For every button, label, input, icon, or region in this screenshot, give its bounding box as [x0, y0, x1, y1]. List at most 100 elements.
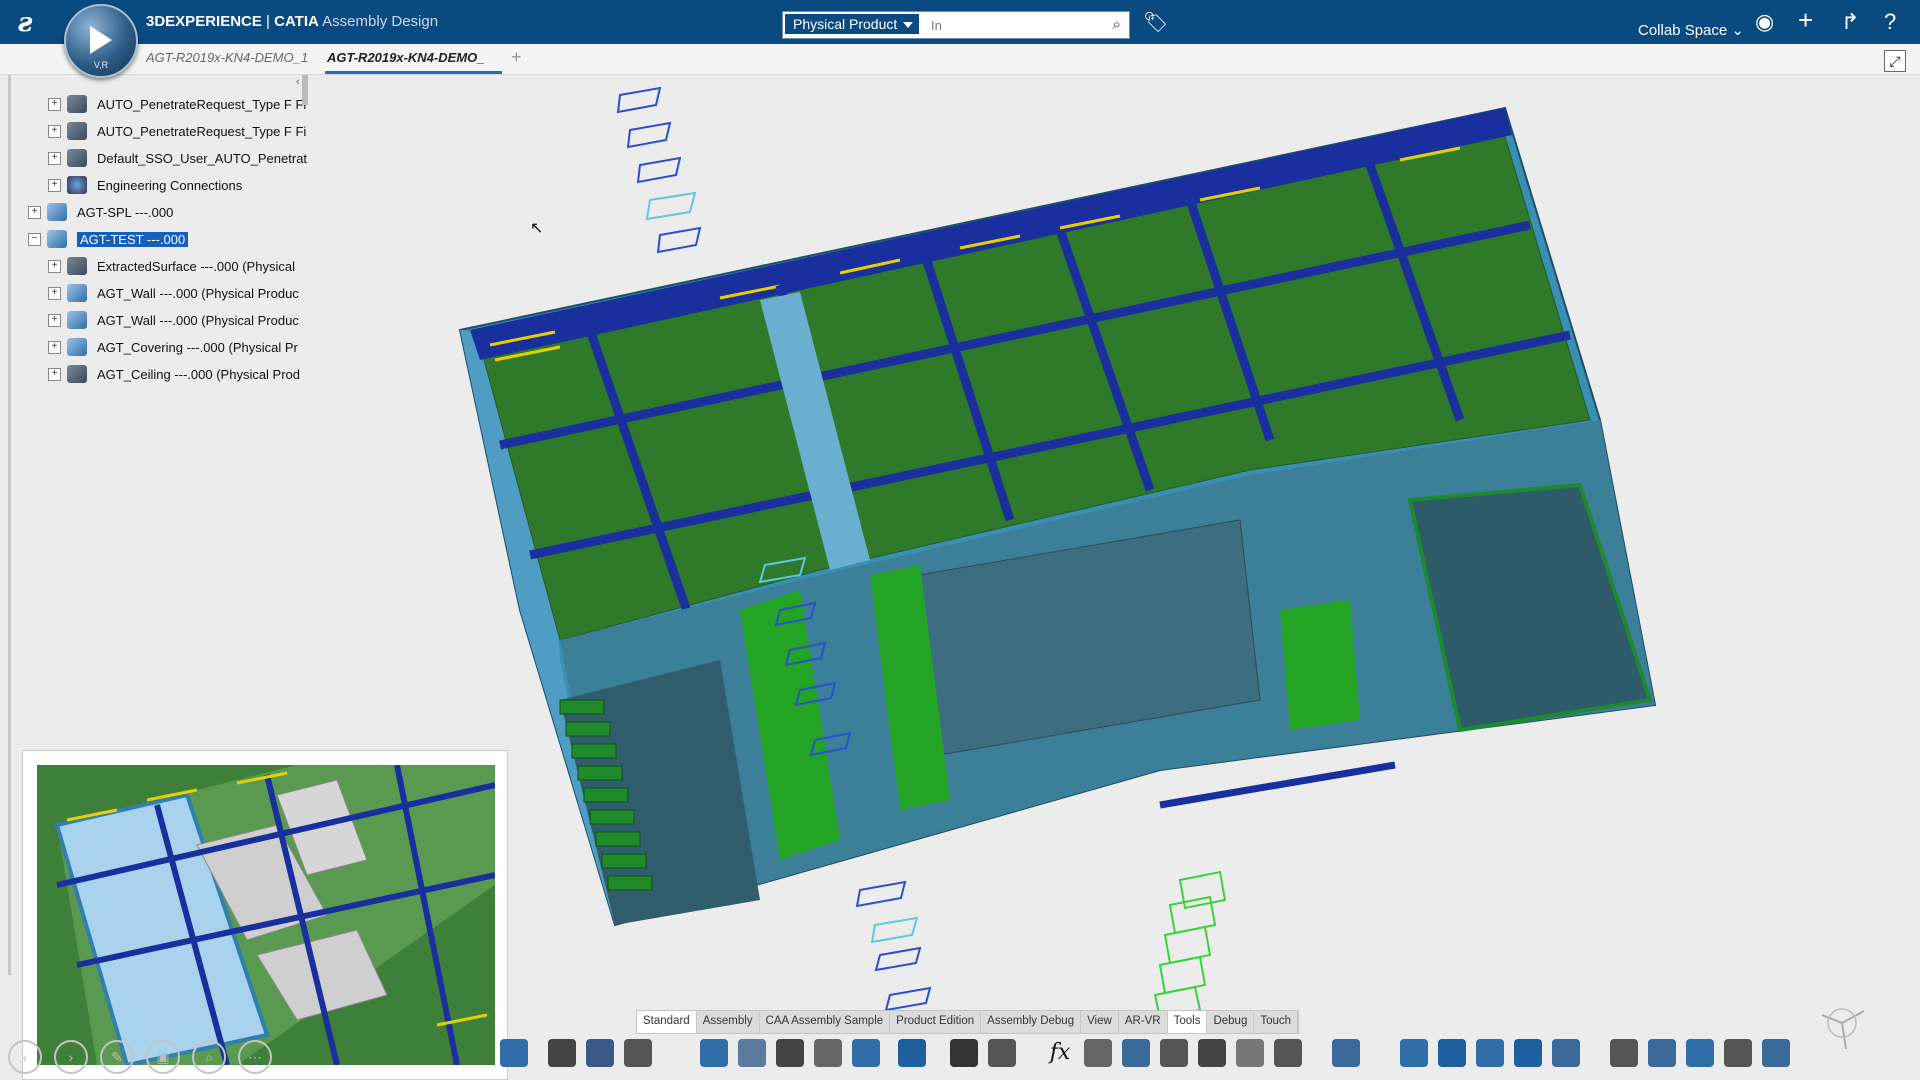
settings-icon[interactable]	[624, 1039, 652, 1067]
title-separator: |	[261, 13, 275, 30]
collab-space-dropdown[interactable]: Collab Space ⌄	[1638, 21, 1744, 39]
pencil-icon[interactable]: ✎	[100, 1040, 134, 1074]
expand-icon[interactable]: +	[48, 178, 61, 192]
more-icon[interactable]: ⋯	[238, 1040, 272, 1074]
tree-node[interactable]: + AUTO_PenetrateRequest_Type F Fi	[48, 120, 306, 142]
table-icon[interactable]	[1122, 1039, 1150, 1067]
tab-demo-1[interactable]: AGT-R2019x-KN4-DEMO_1	[146, 50, 308, 65]
render-icon[interactable]	[1762, 1039, 1790, 1067]
tree-node-selected[interactable]: − AGT-TEST ---.000	[28, 228, 189, 250]
tree-collapse-button[interactable]: ‹	[296, 76, 300, 88]
chevron-down-icon	[903, 22, 914, 28]
search-icon[interactable]: ⌕	[1113, 16, 1121, 33]
tree-node-label: AGT_Wall ---.000 (Physical Produc	[97, 285, 299, 301]
ruler-icon[interactable]	[1476, 1039, 1504, 1067]
search-box[interactable]: Physical Product ⌕	[782, 11, 1130, 39]
product-icon	[67, 338, 87, 356]
share-icon[interactable]: ↱	[1841, 9, 1859, 35]
tab-debug[interactable]: Debug	[1207, 1011, 1255, 1033]
tab-assembly[interactable]: Assembly	[697, 1011, 760, 1033]
select-icon[interactable]	[500, 1039, 528, 1067]
tab-touch[interactable]: Touch	[1254, 1011, 1299, 1033]
list-icon[interactable]	[548, 1039, 576, 1067]
play-icon	[90, 26, 112, 54]
app-title: 3DEXPERIENCE | CATIA Assembly Design	[146, 13, 438, 30]
dassault-logo[interactable]: ƨ	[18, 8, 33, 38]
search-scope-dropdown[interactable]: Physical Product	[785, 14, 920, 34]
check-icon[interactable]	[776, 1039, 804, 1067]
3d-compass-icon[interactable]	[1812, 993, 1872, 1053]
tab-caa-assembly-sample[interactable]: CAA Assembly Sample	[760, 1011, 891, 1033]
tab-tools[interactable]: Tools	[1167, 1011, 1208, 1033]
user-icon[interactable]: ◉	[1755, 9, 1774, 35]
tree-node[interactable]: + AGT_Ceiling ---.000 (Physical Prod	[48, 363, 300, 385]
move-icon[interactable]	[1438, 1039, 1466, 1067]
tab-standard[interactable]: Standard	[637, 1011, 697, 1033]
zoom-icon[interactable]: ⌕	[192, 1040, 226, 1074]
tab-ar-vr[interactable]: AR-VR	[1119, 1011, 1168, 1033]
collapse-icon[interactable]: −	[28, 232, 41, 246]
tab-view[interactable]: View	[1081, 1011, 1119, 1033]
expand-icon[interactable]: +	[48, 286, 61, 300]
expand-icon[interactable]: +	[48, 151, 61, 165]
expand-icon[interactable]: +	[48, 313, 61, 327]
rules-icon[interactable]	[1160, 1039, 1188, 1067]
structure-icon[interactable]	[950, 1039, 978, 1067]
check-rule-icon[interactable]	[1198, 1039, 1226, 1067]
tag-icon[interactable]: 🏷	[1143, 10, 1168, 35]
expand-icon[interactable]: +	[28, 205, 41, 219]
tree-scrollbar[interactable]	[302, 75, 308, 105]
compare-icon[interactable]	[1274, 1039, 1302, 1067]
fullscreen-button[interactable]: ⤢	[1884, 50, 1906, 72]
tree-node[interactable]: + AGT_Wall ---.000 (Physical Produc	[48, 309, 299, 331]
tree-node[interactable]: + AUTO_PenetrateRequest_Type F Fi	[48, 93, 306, 115]
material-icon[interactable]	[1610, 1039, 1638, 1067]
tree-icon[interactable]	[586, 1039, 614, 1067]
layers-icon[interactable]: ▣	[146, 1040, 180, 1074]
tree-node[interactable]: + AGT-SPL ---.000	[28, 201, 173, 223]
formula-icon[interactable]: fx	[1046, 1039, 1074, 1067]
tab-demo-active[interactable]: AGT-R2019x-KN4-DEMO_	[327, 50, 485, 65]
tree-node[interactable]: + ExtractedSurface ---.000 (Physical	[48, 255, 295, 277]
view-icon[interactable]	[1332, 1039, 1360, 1067]
measure-icon[interactable]	[852, 1039, 880, 1067]
expand-icon[interactable]: +	[48, 259, 61, 273]
plus-icon[interactable]: +	[1798, 5, 1813, 36]
part-icon	[67, 122, 87, 140]
help-icon[interactable]: ?	[1884, 9, 1896, 35]
preview-window[interactable]	[22, 750, 508, 1080]
section-icon[interactable]	[1552, 1039, 1580, 1067]
eraser-icon[interactable]	[1686, 1039, 1714, 1067]
back-icon[interactable]: ‹	[8, 1040, 42, 1074]
tab-assembly-debug[interactable]: Assembly Debug	[981, 1011, 1082, 1033]
search-input[interactable]	[929, 15, 1083, 35]
knowledge-icon[interactable]	[1084, 1039, 1112, 1067]
insert-product-icon[interactable]	[700, 1039, 728, 1067]
parameter-icon[interactable]	[1236, 1039, 1264, 1067]
tree-guide-line	[8, 75, 11, 975]
preview-viewport[interactable]	[37, 765, 495, 1065]
copy-icon[interactable]	[988, 1039, 1016, 1067]
update-icon[interactable]	[898, 1039, 926, 1067]
tree-node[interactable]: + AGT_Covering ---.000 (Physical Pr	[48, 336, 298, 358]
weight-icon[interactable]	[1514, 1039, 1542, 1067]
tab-product-edition[interactable]: Product Edition	[890, 1011, 982, 1033]
app-product: CATIA	[274, 13, 319, 30]
tree-node[interactable]: + Engineering Connections	[48, 174, 242, 196]
color-picker-icon[interactable]	[1648, 1039, 1676, 1067]
tree-node[interactable]: + AGT_Wall ---.000 (Physical Produc	[48, 282, 299, 304]
play-icon[interactable]: ›	[54, 1040, 88, 1074]
part-icon	[67, 95, 87, 113]
expand-icon[interactable]: +	[48, 367, 61, 381]
add-tab-button[interactable]: +	[511, 47, 522, 68]
explode-icon[interactable]	[738, 1039, 766, 1067]
expand-icon[interactable]: +	[48, 124, 61, 138]
specification-tree[interactable]: + AUTO_PenetrateRequest_Type F Fi + AUTO_P…	[8, 75, 312, 975]
edit-icon[interactable]	[814, 1039, 842, 1067]
tree-node[interactable]: + Default_SSO_User_AUTO_Penetrat	[48, 147, 307, 169]
compass-button[interactable]: V,R	[64, 4, 138, 78]
snap-icon[interactable]	[1400, 1039, 1428, 1067]
expand-icon[interactable]: +	[48, 340, 61, 354]
expand-icon[interactable]: +	[48, 97, 61, 111]
appearance-icon[interactable]	[1724, 1039, 1752, 1067]
